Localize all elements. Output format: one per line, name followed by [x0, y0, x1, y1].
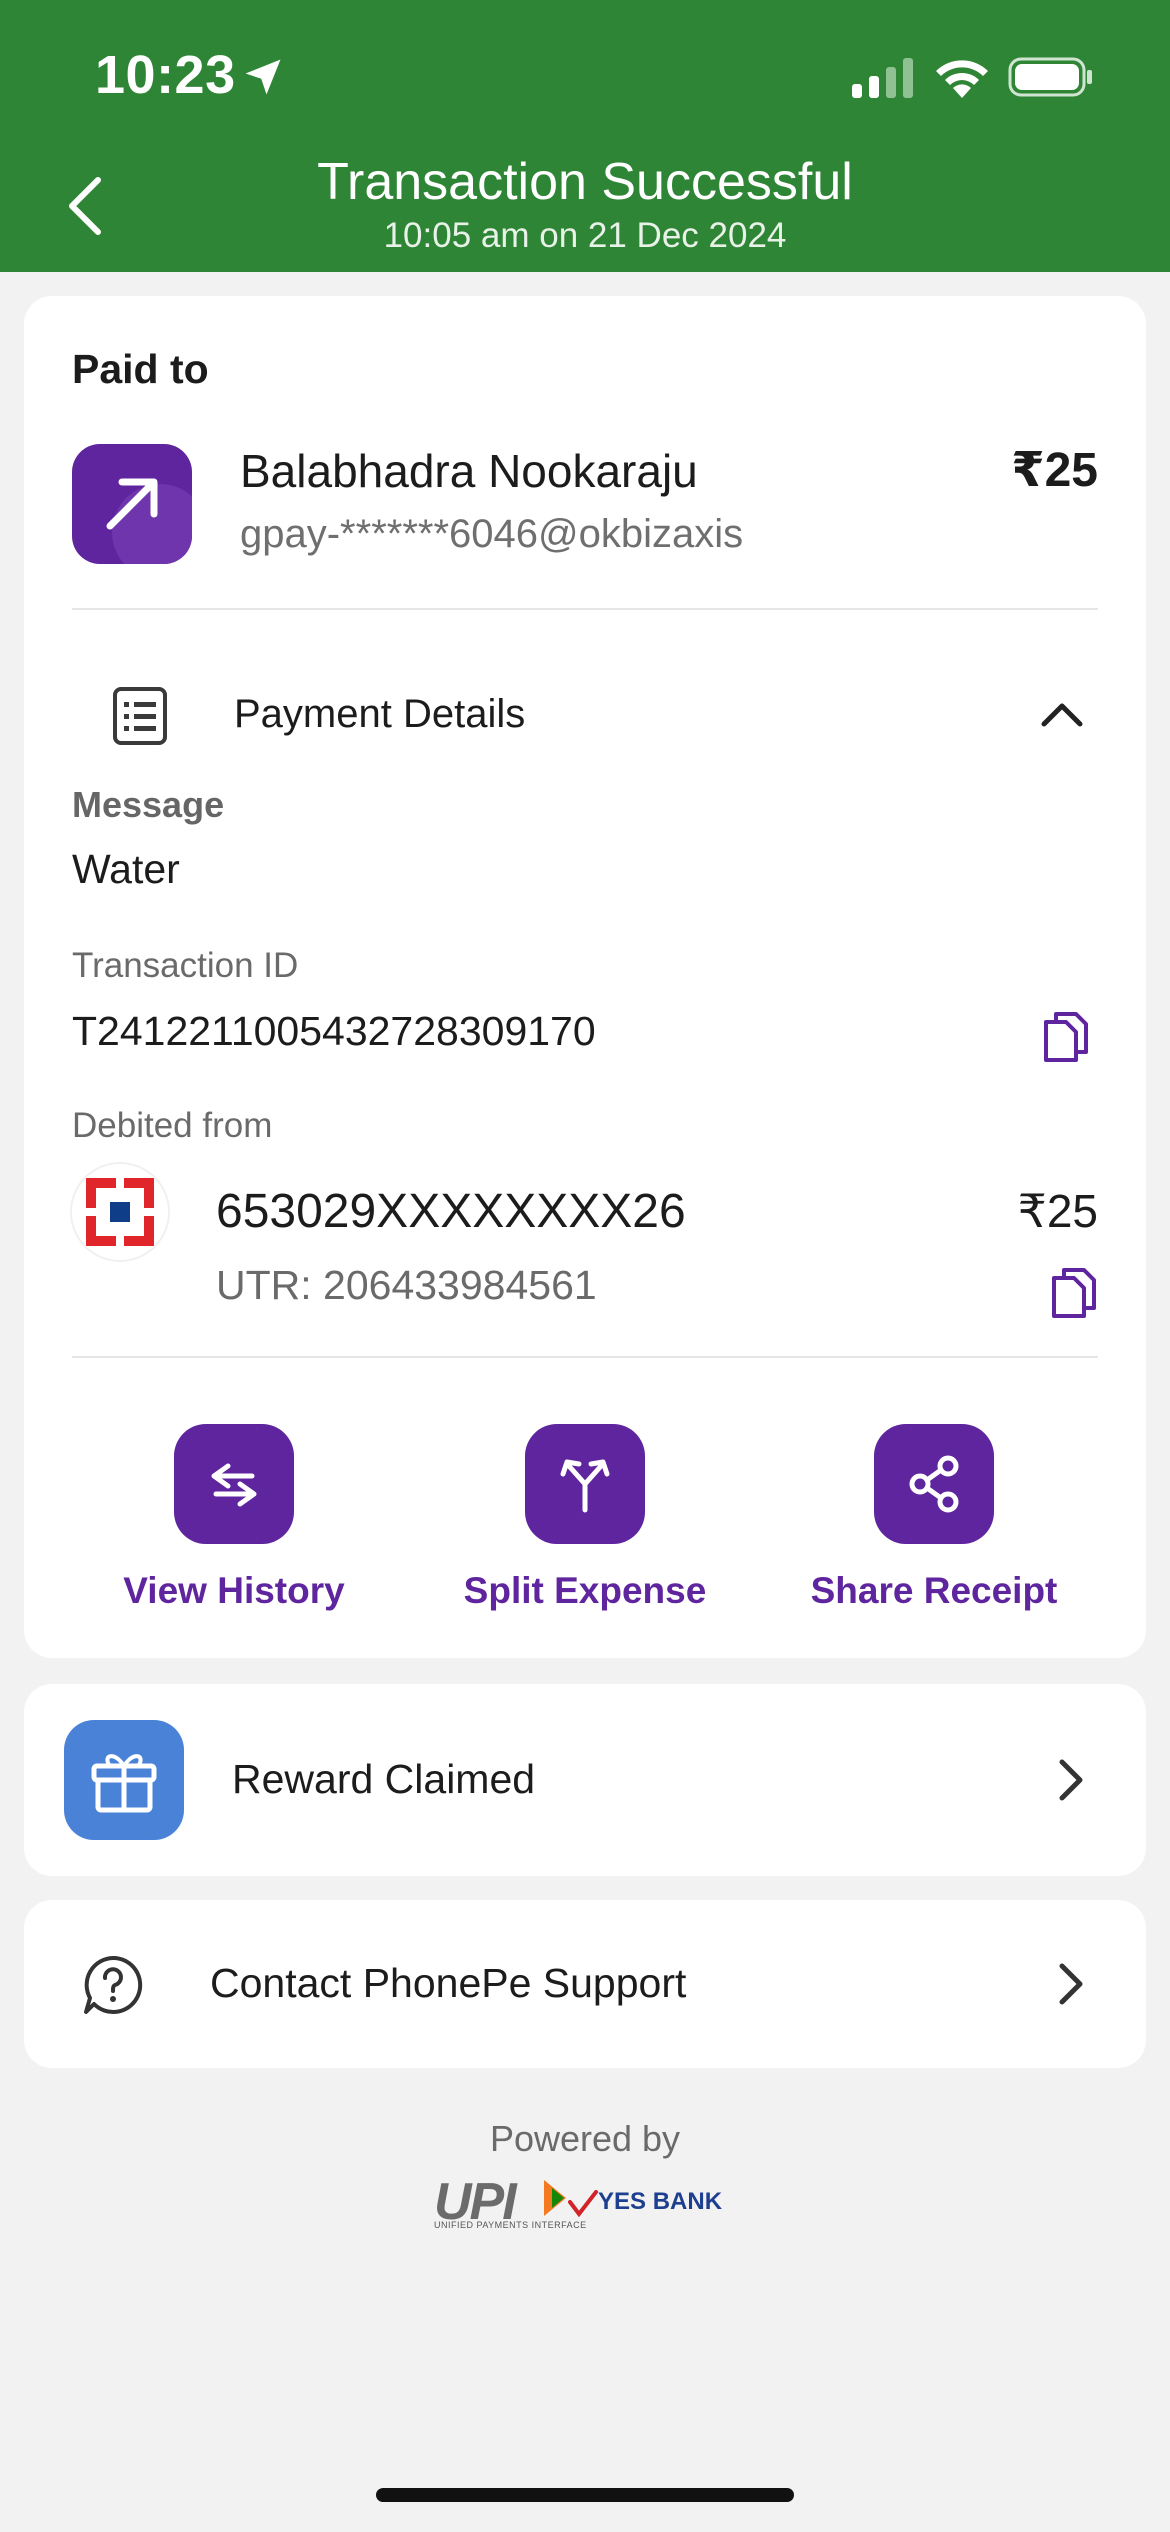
arrows-swap-icon	[211, 1463, 257, 1507]
help-chat-icon	[84, 1955, 143, 2014]
wifi-icon	[936, 60, 988, 98]
status-bar: 10:23	[0, 0, 1170, 150]
view-history-button[interactable]: View History	[104, 1424, 364, 1612]
message-value: Water	[72, 846, 180, 892]
split-icon	[560, 1459, 610, 1513]
transaction-id-label: Transaction ID	[72, 946, 299, 985]
app-header: 10:23 Transaction Successful 10:05 am on…	[0, 0, 1170, 272]
debit-account-number: 653029XXXXXXXX26	[216, 1185, 686, 1238]
receipt-list-icon	[113, 687, 167, 745]
upi-logo-subtitle: UNIFIED PAYMENTS INTERFACE	[434, 2220, 587, 2230]
chevron-right-icon	[1059, 1759, 1083, 1801]
arrow-up-right-icon	[106, 478, 158, 530]
reward-claimed-row[interactable]: Reward Claimed	[24, 1684, 1146, 1876]
cellular-signal-icon	[852, 58, 913, 98]
yes-bank-tick-icon	[568, 2190, 598, 2218]
copy-utr-icon[interactable]	[1050, 1266, 1098, 1318]
payment-details-label: Payment Details	[234, 692, 526, 736]
partner-logos: UPI UNIFIED PAYMENTS INTERFACE YES BANK	[430, 2172, 750, 2236]
message-label: Message	[72, 784, 225, 825]
share-receipt-button[interactable]: Share Receipt	[804, 1424, 1064, 1612]
share-icon	[909, 1455, 959, 1513]
debit-amount: ₹25	[1017, 1185, 1098, 1237]
yes-bank-logo: YES BANK	[598, 2188, 723, 2215]
payee-name: Balabhadra Nookaraju	[240, 445, 698, 497]
chevron-right-icon	[1059, 1963, 1083, 2005]
contact-support-row[interactable]: Contact PhonePe Support	[24, 1900, 1146, 2068]
payment-details-toggle[interactable]: Payment Details	[72, 654, 1098, 774]
paid-to-heading: Paid to	[72, 346, 209, 392]
upi-arrow-icon	[544, 2180, 566, 2216]
transaction-id-value: T2412211005432728309170	[72, 1008, 596, 1054]
battery-icon	[1008, 57, 1092, 97]
utr-number: UTR: 206433984561	[216, 1262, 597, 1308]
payee-avatar	[72, 444, 192, 564]
chevron-up-icon	[1041, 703, 1083, 727]
transaction-card: Paid to Balabhadra Nookaraju gpay-******…	[24, 296, 1146, 1658]
debited-from-label: Debited from	[72, 1106, 273, 1145]
reward-claimed-label: Reward Claimed	[232, 1756, 536, 1802]
view-history-label: View History	[123, 1570, 345, 1611]
bank-logo	[72, 1164, 168, 1260]
powered-by-text: Powered by	[489, 2118, 681, 2159]
divider	[72, 1356, 1098, 1358]
home-indicator[interactable]	[376, 2488, 794, 2502]
split-expense-button[interactable]: Split Expense	[455, 1424, 715, 1612]
page-title: Transaction Successful	[317, 153, 853, 211]
transaction-timestamp: 10:05 am on 21 Dec 2024	[383, 216, 787, 255]
copy-transaction-id-icon[interactable]	[1042, 1010, 1090, 1062]
split-expense-label: Split Expense	[463, 1570, 707, 1611]
payee-upi-id: gpay-*******6046@okbizaxis	[240, 512, 744, 556]
status-time: 10:23	[95, 45, 236, 105]
location-arrow-icon	[245, 59, 281, 95]
paid-amount: ₹25	[1011, 444, 1098, 497]
contact-support-label: Contact PhonePe Support	[210, 1960, 687, 2006]
gift-icon	[64, 1720, 184, 1840]
divider	[72, 608, 1098, 610]
share-receipt-label: Share Receipt	[810, 1570, 1058, 1611]
